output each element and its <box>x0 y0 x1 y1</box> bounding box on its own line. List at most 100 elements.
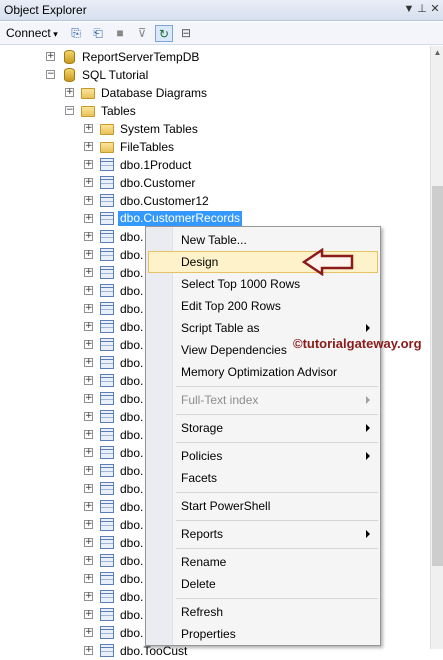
table-icon <box>100 248 114 261</box>
table-icon <box>100 410 114 423</box>
expand-icon[interactable]: + <box>84 430 93 439</box>
disconnect-icon[interactable]: ⎗ <box>89 25 107 42</box>
expand-icon[interactable]: + <box>84 574 93 583</box>
table-icon <box>100 500 114 513</box>
table-icon <box>100 482 114 495</box>
table-icon <box>100 608 114 621</box>
auto-hide-pin-icon[interactable]: ⊥ <box>415 2 429 17</box>
expand-icon[interactable]: + <box>84 322 93 331</box>
expand-icon[interactable]: + <box>84 448 93 457</box>
menu-item-facets[interactable]: Facets <box>148 467 378 489</box>
expand-icon[interactable]: + <box>84 502 93 511</box>
connect-icon[interactable]: ⎘ <box>67 25 85 42</box>
expand-icon[interactable]: + <box>84 304 93 313</box>
expand-icon[interactable]: + <box>84 124 93 133</box>
expand-icon[interactable]: + <box>84 376 93 385</box>
expand-icon[interactable]: + <box>84 358 93 367</box>
expand-icon[interactable]: + <box>84 196 93 205</box>
menu-label: Refresh <box>181 605 224 619</box>
scroll-thumb[interactable] <box>432 186 443 566</box>
expand-icon[interactable]: + <box>84 556 93 565</box>
expand-icon[interactable]: + <box>84 286 93 295</box>
tree-node-dbo-1product[interactable]: + dbo.1Product <box>0 156 430 174</box>
tree-node-dbo-customer[interactable]: + dbo.Customer <box>0 174 430 192</box>
menu-item-properties[interactable]: Properties <box>148 623 378 645</box>
menu-item-start-powershell[interactable]: Start PowerShell <box>148 495 378 517</box>
node-label: dbo. <box>120 446 144 460</box>
menu-label: Design <box>181 255 219 269</box>
menu-item-rename[interactable]: Rename <box>148 551 378 573</box>
expand-icon[interactable]: + <box>84 538 93 547</box>
close-icon[interactable]: ✕ <box>428 2 442 17</box>
node-label: dbo. <box>120 554 144 568</box>
expand-icon[interactable]: + <box>84 268 93 277</box>
expand-icon[interactable]: + <box>84 412 93 421</box>
folder-icon <box>81 106 95 117</box>
node-label: dbo. <box>120 230 144 244</box>
expand-icon[interactable]: + <box>84 160 93 169</box>
expand-icon[interactable]: + <box>65 88 74 97</box>
node-label: dbo.1Product <box>120 158 192 172</box>
menu-item-refresh[interactable]: Refresh <box>148 601 378 623</box>
table-icon <box>100 572 114 585</box>
folder-icon <box>81 88 95 99</box>
menu-item-policies[interactable]: Policies <box>148 445 378 467</box>
table-icon <box>100 266 114 279</box>
object-explorer-toolbar: Connect ▾ ⎘ ⎗ ■ ⊽ ↻ ⊟ <box>0 22 443 45</box>
submenu-arrow-icon <box>366 530 370 538</box>
node-label: dbo.Customer12 <box>120 194 209 208</box>
tree-node-file-tables[interactable]: + FileTables <box>0 138 430 156</box>
menu-item-edit-top-200[interactable]: Edit Top 200 Rows <box>148 295 378 317</box>
expand-icon[interactable]: + <box>84 520 93 529</box>
menu-item-select-top-1000[interactable]: Select Top 1000 Rows <box>148 273 378 295</box>
collapse-icon[interactable]: ⊟ <box>177 25 195 42</box>
menu-label: Delete <box>181 577 216 591</box>
expand-icon[interactable]: + <box>84 466 93 475</box>
expand-icon[interactable]: + <box>84 394 93 403</box>
folder-icon <box>100 124 114 135</box>
pin-icon[interactable]: ▼ <box>402 2 416 17</box>
folder-icon <box>100 142 114 153</box>
expand-icon[interactable]: + <box>84 628 93 637</box>
tree-node-dbo-customer12[interactable]: + dbo.Customer12 <box>0 192 430 210</box>
expand-icon[interactable]: + <box>84 250 93 259</box>
collapse-node-icon[interactable]: − <box>65 106 74 115</box>
node-label: ReportServerTempDB <box>82 50 200 64</box>
expand-icon[interactable]: + <box>84 646 93 655</box>
tree-node-database-diagrams[interactable]: + Database Diagrams <box>0 84 430 102</box>
expand-icon[interactable]: + <box>84 232 93 241</box>
menu-item-memory-optimization[interactable]: Memory Optimization Advisor <box>148 361 378 383</box>
filter-icon[interactable]: ⊽ <box>133 25 151 42</box>
annotation-arrow-icon <box>302 248 354 276</box>
submenu-arrow-icon <box>366 396 370 404</box>
tree-node-tables[interactable]: − Tables <box>0 102 430 120</box>
menu-label: Storage <box>181 421 224 435</box>
node-label: dbo. <box>120 338 144 352</box>
menu-item-storage[interactable]: Storage <box>148 417 378 439</box>
menu-item-full-text-index: Full-Text index <box>148 389 378 411</box>
refresh-icon[interactable]: ↻ <box>155 25 173 42</box>
expand-icon[interactable]: + <box>84 610 93 619</box>
connect-button[interactable]: Connect ▾ <box>6 26 58 40</box>
expand-icon[interactable]: + <box>84 178 93 187</box>
menu-separator <box>176 598 378 599</box>
node-label: Tables <box>101 104 136 118</box>
vertical-scrollbar[interactable]: ▲ <box>430 46 443 649</box>
expand-icon[interactable]: + <box>84 214 93 223</box>
menu-item-delete[interactable]: Delete <box>148 573 378 595</box>
node-label: dbo. <box>120 302 144 316</box>
scroll-up-icon[interactable]: ▲ <box>431 46 443 59</box>
tree-node-sql-tutorial[interactable]: − SQL Tutorial <box>0 66 430 84</box>
node-label: dbo. <box>120 626 144 640</box>
node-label: dbo. <box>120 518 144 532</box>
menu-item-reports[interactable]: Reports <box>148 523 378 545</box>
expand-icon[interactable]: + <box>84 484 93 493</box>
expand-icon[interactable]: + <box>84 340 93 349</box>
expand-icon[interactable]: + <box>84 142 93 151</box>
tree-node-system-tables[interactable]: + System Tables <box>0 120 430 138</box>
collapse-node-icon[interactable]: − <box>46 70 55 79</box>
tree-node-report-server-temp-db[interactable]: + ReportServerTempDB <box>0 48 430 66</box>
expand-icon[interactable]: + <box>46 52 55 61</box>
stop-icon[interactable]: ■ <box>111 25 129 42</box>
expand-icon[interactable]: + <box>84 592 93 601</box>
